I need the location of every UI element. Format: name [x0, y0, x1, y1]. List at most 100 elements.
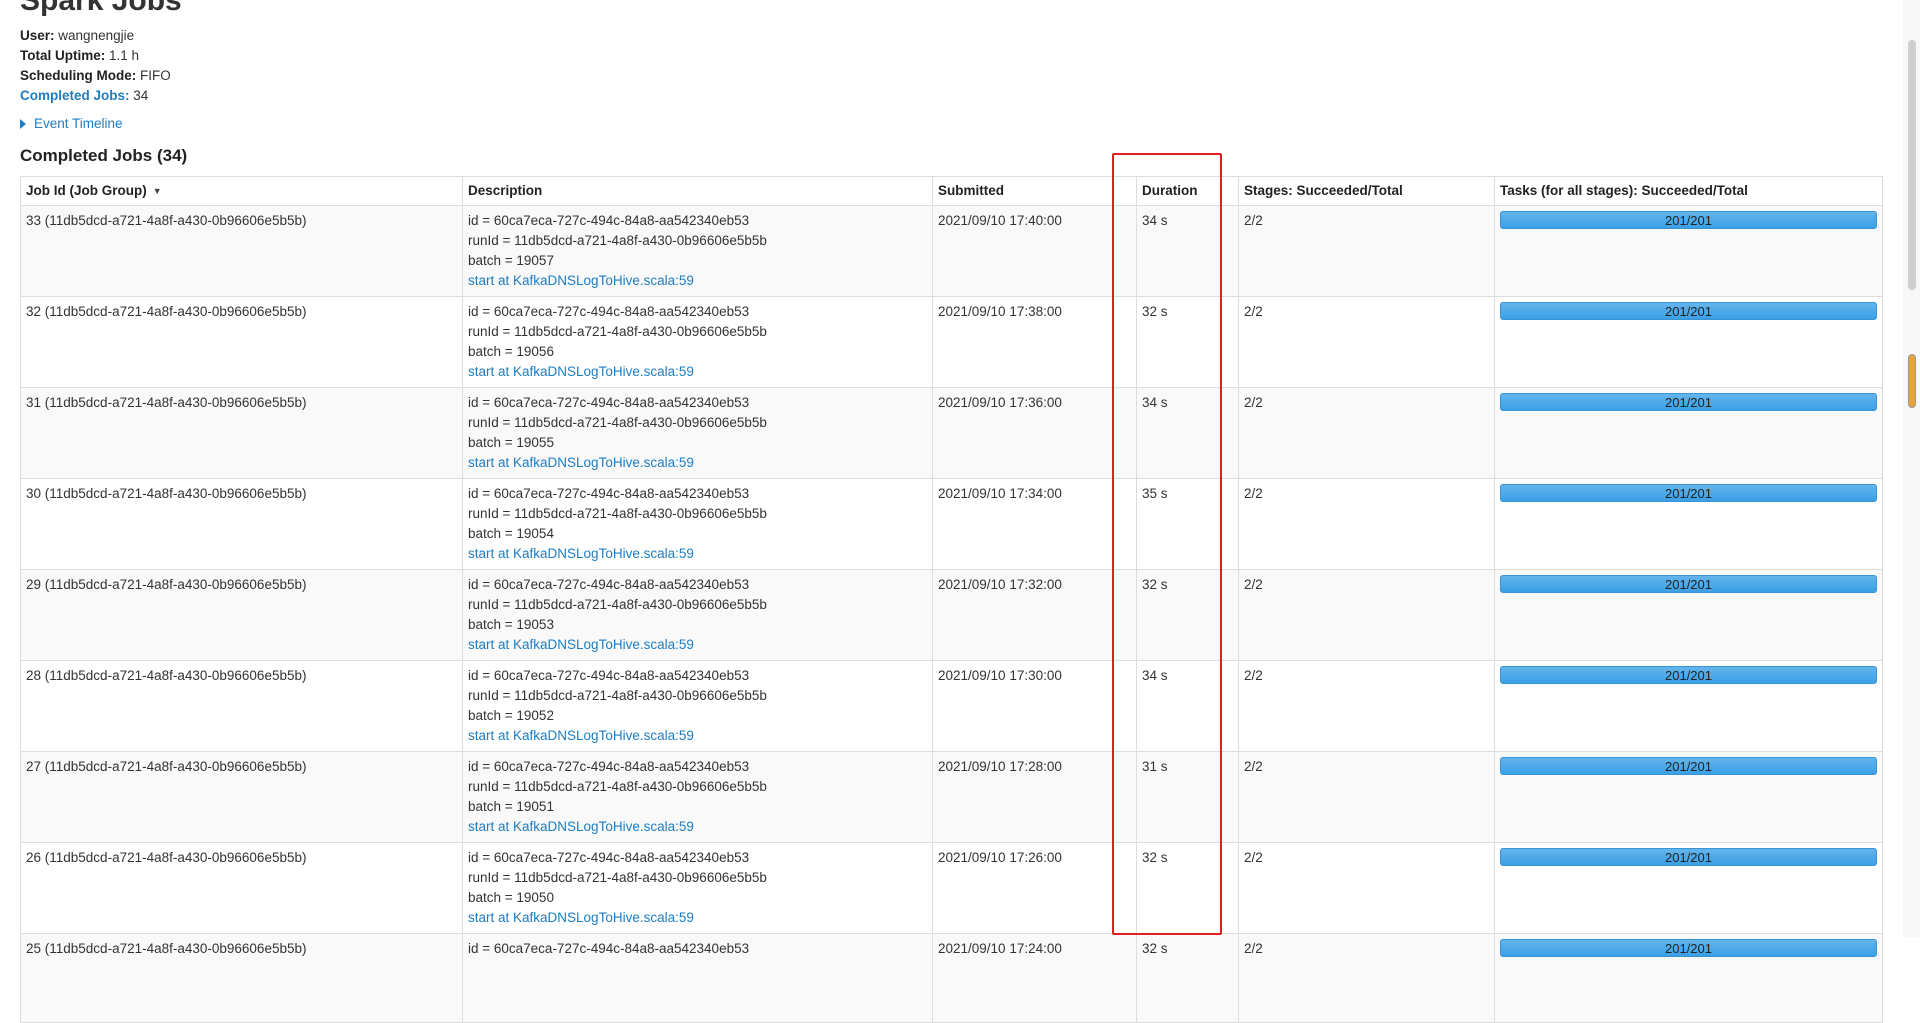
submitted-cell: 2021/09/10 17:24:00	[932, 933, 1137, 1023]
description-cell: id = 60ca7eca-727c-494c-84a8-aa542340eb5…	[462, 842, 933, 935]
summary-uptime: Total Uptime: 1.1 h	[20, 46, 171, 66]
job-id-cell: 32 (11db5dcd-a721-4a8f-a430-0b96606e5b5b…	[20, 296, 463, 389]
desc-runid: runId = 11db5dcd-a721-4a8f-a430-0b96606e…	[468, 597, 767, 613]
job-detail-link[interactable]: start at KafkaDNSLogToHive.scala:59	[468, 271, 927, 291]
job-id-cell: 26 (11db5dcd-a721-4a8f-a430-0b96606e5b5b…	[20, 842, 463, 935]
description-cell: id = 60ca7eca-727c-494c-84a8-aa542340eb5…	[462, 660, 933, 753]
description-cell: id = 60ca7eca-727c-494c-84a8-aa542340eb5…	[462, 751, 933, 844]
desc-runid: runId = 11db5dcd-a721-4a8f-a430-0b96606e…	[468, 779, 767, 795]
header-description[interactable]: Description	[462, 175, 933, 207]
duration-cell: 34 s	[1136, 387, 1239, 480]
tasks-cell: 201/201	[1494, 569, 1883, 662]
tasks-progress-bar: 201/201	[1500, 302, 1877, 321]
page-title: Spark Jobs	[20, 0, 182, 17]
job-id-cell: 28 (11db5dcd-a721-4a8f-a430-0b96606e5b5b…	[20, 660, 463, 753]
desc-batch: batch = 19053	[468, 617, 554, 633]
job-id-cell: 25 (11db5dcd-a721-4a8f-a430-0b96606e5b5b…	[20, 933, 463, 1023]
tasks-cell: 201/201	[1494, 296, 1883, 389]
vertical-scrollbar[interactable]	[1903, 0, 1920, 937]
tasks-progress-bar: 201/201	[1500, 666, 1877, 685]
tasks-progress-bar: 201/201	[1500, 575, 1877, 594]
desc-id: id = 60ca7eca-727c-494c-84a8-aa542340eb5…	[468, 395, 750, 411]
completed-jobs-link[interactable]: Completed Jobs:	[20, 88, 130, 103]
header-stages[interactable]: Stages: Succeeded/Total	[1238, 175, 1495, 207]
stages-cell: 2/2	[1238, 205, 1495, 298]
tasks-progress-bar: 201/201	[1500, 484, 1877, 503]
submitted-cell: 2021/09/10 17:36:00	[932, 387, 1137, 480]
user-value: wangnengjie	[58, 28, 135, 43]
header-job-id-label: Job Id (Job Group)	[26, 183, 147, 198]
job-id-cell: 31 (11db5dcd-a721-4a8f-a430-0b96606e5b5b…	[20, 387, 463, 480]
table-row: 29 (11db5dcd-a721-4a8f-a430-0b96606e5b5b…	[20, 569, 1883, 662]
job-detail-link[interactable]: start at KafkaDNSLogToHive.scala:59	[468, 726, 927, 746]
description-cell: id = 60ca7eca-727c-494c-84a8-aa542340eb5…	[462, 478, 933, 571]
description-cell: id = 60ca7eca-727c-494c-84a8-aa542340eb5…	[462, 569, 933, 662]
submitted-cell: 2021/09/10 17:32:00	[932, 569, 1137, 662]
duration-cell: 32 s	[1136, 569, 1239, 662]
submitted-cell: 2021/09/10 17:26:00	[932, 842, 1137, 935]
desc-batch: batch = 19056	[468, 344, 554, 360]
completed-jobs-title[interactable]: Completed Jobs (34)	[20, 144, 187, 168]
desc-batch: batch = 19050	[468, 890, 554, 906]
submitted-cell: 2021/09/10 17:34:00	[932, 478, 1137, 571]
scrollbar-thumb[interactable]	[1908, 40, 1916, 290]
scrollbar-marker[interactable]	[1908, 354, 1916, 408]
scheduling-value: FIFO	[140, 68, 171, 83]
description-cell: id = 60ca7eca-727c-494c-84a8-aa542340eb5…	[462, 933, 933, 1023]
desc-runid: runId = 11db5dcd-a721-4a8f-a430-0b96606e…	[468, 688, 767, 704]
duration-cell: 31 s	[1136, 751, 1239, 844]
desc-id: id = 60ca7eca-727c-494c-84a8-aa542340eb5…	[468, 486, 750, 502]
table-row: 32 (11db5dcd-a721-4a8f-a430-0b96606e5b5b…	[20, 296, 1883, 389]
table-row: 27 (11db5dcd-a721-4a8f-a430-0b96606e5b5b…	[20, 751, 1883, 844]
table-row: 30 (11db5dcd-a721-4a8f-a430-0b96606e5b5b…	[20, 478, 1883, 571]
table-row: 25 (11db5dcd-a721-4a8f-a430-0b96606e5b5b…	[20, 933, 1883, 1023]
desc-runid: runId = 11db5dcd-a721-4a8f-a430-0b96606e…	[468, 233, 767, 249]
tasks-cell: 201/201	[1494, 751, 1883, 844]
completed-jobs-table: Job Id (Job Group) ▼ Description Submitte…	[20, 175, 1883, 1023]
desc-runid: runId = 11db5dcd-a721-4a8f-a430-0b96606e…	[468, 415, 767, 431]
sort-down-icon: ▼	[152, 186, 162, 197]
desc-runid: runId = 11db5dcd-a721-4a8f-a430-0b96606e…	[468, 324, 767, 340]
tasks-cell: 201/201	[1494, 933, 1883, 1023]
stages-cell: 2/2	[1238, 296, 1495, 389]
desc-batch: batch = 19054	[468, 526, 554, 542]
job-detail-link[interactable]: start at KafkaDNSLogToHive.scala:59	[468, 453, 927, 473]
desc-id: id = 60ca7eca-727c-494c-84a8-aa542340eb5…	[468, 577, 750, 593]
summary-list: User: wangnengjie Total Uptime: 1.1 h Sc…	[20, 26, 171, 106]
job-detail-link[interactable]: start at KafkaDNSLogToHive.scala:59	[468, 635, 927, 655]
job-detail-link[interactable]: start at KafkaDNSLogToHive.scala:59	[468, 908, 927, 928]
table-row: 31 (11db5dcd-a721-4a8f-a430-0b96606e5b5b…	[20, 387, 1883, 480]
job-detail-link[interactable]: start at KafkaDNSLogToHive.scala:59	[468, 544, 927, 564]
header-submitted[interactable]: Submitted	[932, 175, 1137, 207]
header-tasks[interactable]: Tasks (for all stages): Succeeded/Total	[1494, 175, 1883, 207]
header-duration[interactable]: Duration	[1136, 175, 1239, 207]
job-id-cell: 29 (11db5dcd-a721-4a8f-a430-0b96606e5b5b…	[20, 569, 463, 662]
tasks-progress-bar: 201/201	[1500, 848, 1877, 867]
description-cell: id = 60ca7eca-727c-494c-84a8-aa542340eb5…	[462, 205, 933, 298]
description-cell: id = 60ca7eca-727c-494c-84a8-aa542340eb5…	[462, 296, 933, 389]
duration-cell: 35 s	[1136, 478, 1239, 571]
event-timeline-label: Event Timeline	[34, 116, 123, 131]
tasks-cell: 201/201	[1494, 842, 1883, 935]
job-id-cell: 33 (11db5dcd-a721-4a8f-a430-0b96606e5b5b…	[20, 205, 463, 298]
table-row: 28 (11db5dcd-a721-4a8f-a430-0b96606e5b5b…	[20, 660, 1883, 753]
job-id-cell: 27 (11db5dcd-a721-4a8f-a430-0b96606e5b5b…	[20, 751, 463, 844]
scheduling-label: Scheduling Mode:	[20, 68, 137, 83]
summary-user: User: wangnengjie	[20, 26, 171, 46]
header-job-id[interactable]: Job Id (Job Group) ▼	[20, 175, 463, 207]
tasks-progress-bar: 201/201	[1500, 393, 1877, 412]
uptime-value: 1.1 h	[109, 48, 140, 63]
duration-cell: 34 s	[1136, 205, 1239, 298]
tasks-cell: 201/201	[1494, 205, 1883, 298]
event-timeline-toggle[interactable]: Event Timeline	[20, 116, 123, 131]
submitted-cell: 2021/09/10 17:40:00	[932, 205, 1137, 298]
desc-batch: batch = 19057	[468, 253, 554, 269]
desc-id: id = 60ca7eca-727c-494c-84a8-aa542340eb5…	[468, 213, 750, 229]
desc-id: id = 60ca7eca-727c-494c-84a8-aa542340eb5…	[468, 850, 750, 866]
caret-right-icon	[20, 118, 26, 129]
job-detail-link[interactable]: start at KafkaDNSLogToHive.scala:59	[468, 817, 927, 837]
duration-cell: 32 s	[1136, 296, 1239, 389]
table-row: 26 (11db5dcd-a721-4a8f-a430-0b96606e5b5b…	[20, 842, 1883, 935]
desc-runid: runId = 11db5dcd-a721-4a8f-a430-0b96606e…	[468, 870, 767, 886]
job-detail-link[interactable]: start at KafkaDNSLogToHive.scala:59	[468, 362, 927, 382]
